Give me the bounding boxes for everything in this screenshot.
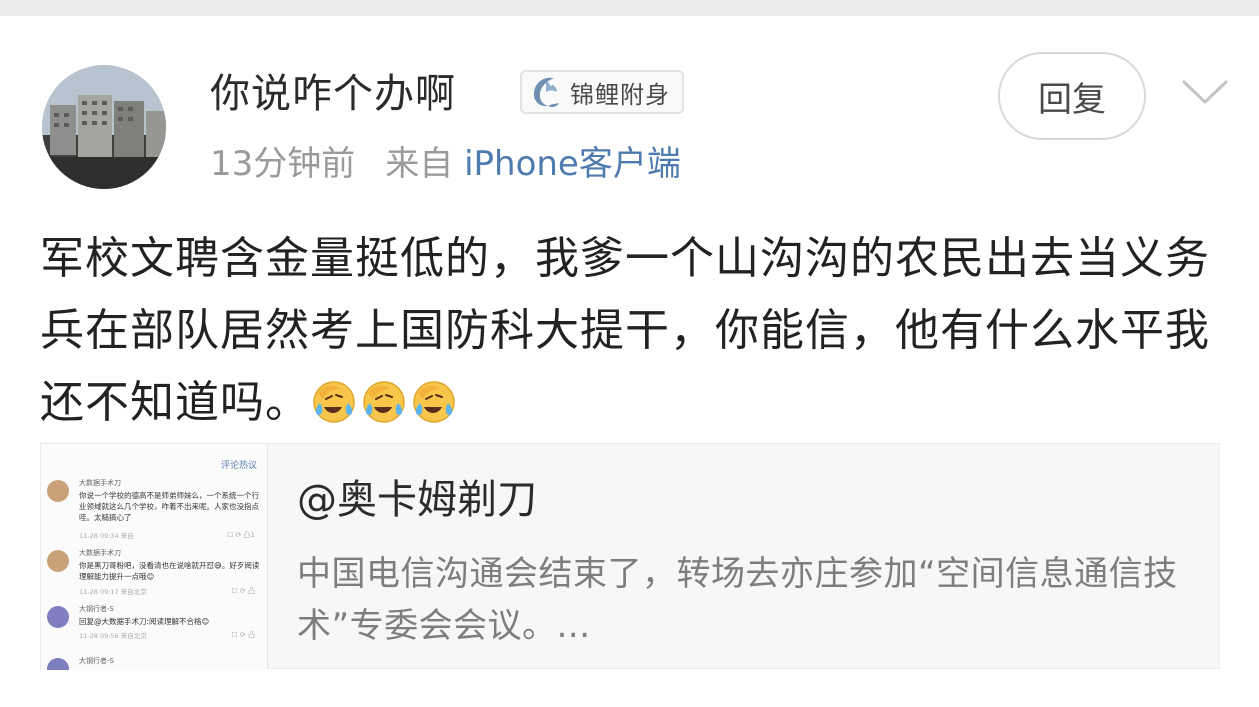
post-time: 13分钟前 bbox=[210, 144, 356, 184]
source-prefix: 来自 bbox=[385, 144, 454, 184]
chevron-down-icon[interactable] bbox=[1178, 72, 1232, 112]
comment-time: 11-28 09:17 来自北京 bbox=[79, 588, 147, 596]
post-meta: 13分钟前 来自 iPhone客户端 bbox=[210, 140, 681, 188]
comment-time: 11-28 09:34 来自 bbox=[79, 532, 134, 540]
comment-body: 你说一个学校的德高不是师弟师妹么，一个系统一个行业领域就这么几个学校，咋着不出来… bbox=[79, 491, 259, 522]
comment-avatar bbox=[47, 480, 69, 502]
post-body: 军校文聘含金量挺低的，我爹一个山沟沟的农民出去当义务兵在部队居然考上国防科大提干… bbox=[40, 233, 1210, 428]
comment-avatar bbox=[47, 550, 69, 572]
comment-actions: ☐ ⟳ 凸 bbox=[231, 631, 255, 639]
koi-fish-icon bbox=[534, 77, 559, 107]
source-client-link[interactable]: iPhone客户端 bbox=[464, 144, 681, 184]
laugh-cry-emoji-icon bbox=[413, 381, 455, 423]
quoted-username[interactable]: @奥卡姆剃刀 bbox=[297, 472, 537, 528]
quoted-text: 中国电信沟通会结束了，转场去亦庄参加“空间信息通信技术”专委会会议。... bbox=[297, 554, 1178, 646]
top-divider-strip bbox=[0, 0, 1259, 16]
quoted-thumbnail[interactable]: 评论热议 大数据手术刀 你说一个学校的德高不是师弟师妹么，一个系统一个行业领域就… bbox=[41, 444, 268, 670]
laugh-cry-emoji-icon bbox=[313, 381, 355, 423]
post-text: 军校文聘含金量挺低的，我爹一个山沟沟的农民出去当义务兵在部队居然考上国防科大提干… bbox=[40, 223, 1225, 439]
comment-time: 11-28 09:56 来自北京 bbox=[79, 632, 147, 640]
comment-avatar bbox=[47, 658, 69, 670]
comment-actions: ☐ ⟳ 凸1 bbox=[226, 531, 255, 539]
comment-name: 大钢行者-S bbox=[79, 657, 114, 665]
comment-name: 大钢行者-S bbox=[79, 605, 114, 613]
comment-avatar bbox=[47, 606, 69, 628]
comment-name: 大数据手术刀 bbox=[79, 549, 121, 557]
quoted-post-card[interactable]: 评论热议 大数据手术刀 你说一个学校的德高不是师弟师妹么，一个系统一个行业领域就… bbox=[40, 443, 1220, 670]
thumbnail-header: 评论热议 bbox=[220, 461, 257, 471]
reply-button[interactable]: 回复 bbox=[998, 52, 1146, 140]
emoji-group bbox=[310, 377, 460, 428]
badge[interactable]: 锦鲤附身 bbox=[520, 70, 684, 114]
avatar[interactable] bbox=[42, 65, 166, 189]
comment-body: 回复@大数据手术刀:阅读理解不合格😊 bbox=[79, 617, 210, 626]
avatar-photo bbox=[42, 65, 166, 189]
username[interactable]: 你说咋个办啊 bbox=[210, 66, 456, 122]
comment-body: 你是黑刀哥粉吧，没看清也在说啥就开怼😅。好歹阅读理解能力提升一点哦😊 bbox=[79, 561, 260, 581]
badge-label: 锦鲤附身 bbox=[570, 80, 670, 109]
comment-name: 大数据手术刀 bbox=[79, 479, 121, 487]
comment-actions: ☐ ⟳ 凸 bbox=[231, 587, 255, 595]
laugh-cry-emoji-icon bbox=[363, 381, 405, 423]
